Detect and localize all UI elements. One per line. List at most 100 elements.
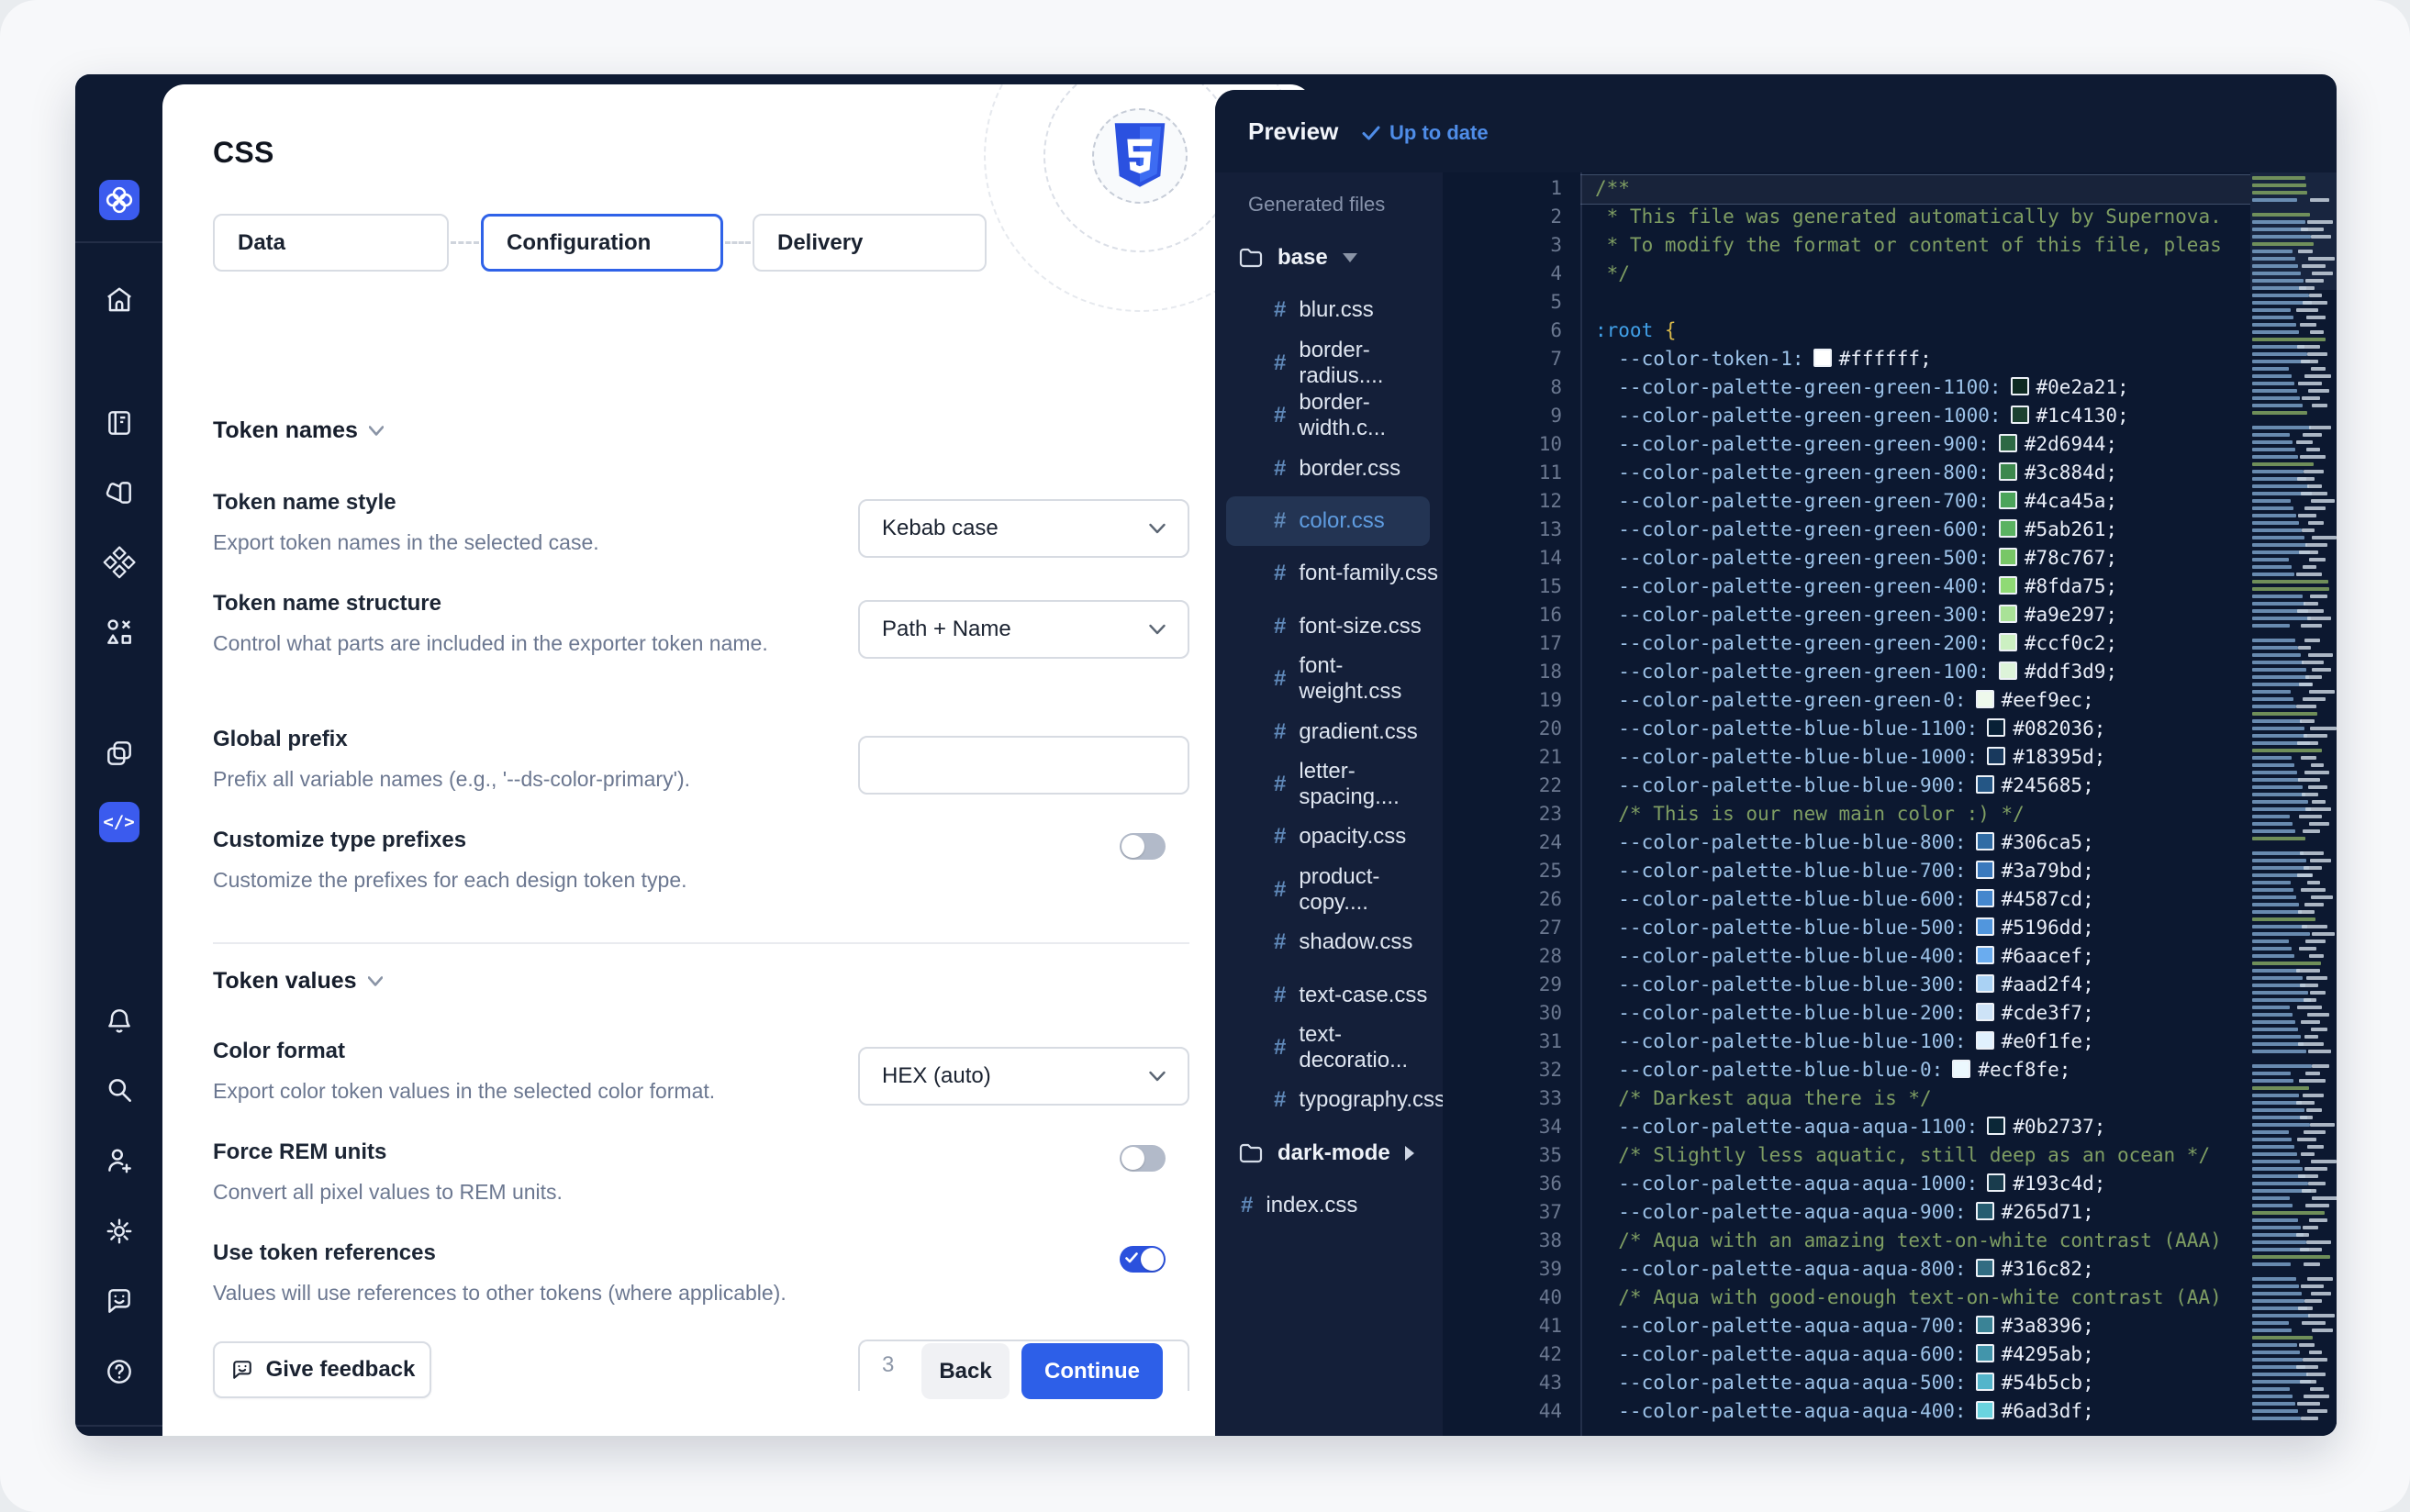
tree-file-shadow-css[interactable]: #shadow.css (1215, 917, 1443, 967)
tree-file-font-size-css[interactable]: #font-size.css (1215, 602, 1443, 651)
field-label-token-name-style: Token name style (213, 490, 396, 516)
force-rem-units-toggle[interactable] (1120, 1145, 1166, 1172)
supernova-logo-icon (99, 180, 139, 220)
line-text: --color-palette-blue-blue-1000:#18395d; (1595, 743, 2248, 772)
token-name-structure-select[interactable]: Path + Name (858, 600, 1189, 659)
code-line-27: 27 --color-palette-blue-blue-500:#5196dd… (1443, 914, 2337, 942)
line-number: 8 (1443, 373, 1562, 402)
sidebar-item-tokens[interactable] (75, 540, 162, 584)
sidebar-item-documentation[interactable] (75, 401, 162, 445)
sidebar-item-code-exporter[interactable]: </> (75, 800, 162, 844)
step-data[interactable]: Data (213, 214, 449, 272)
line-number: 10 (1443, 430, 1562, 459)
continue-button[interactable]: Continue (1021, 1343, 1163, 1399)
tree-file-index-css[interactable]: #index.css (1215, 1181, 1443, 1230)
code-editor[interactable]: 1/**2 * This file was generated automati… (1443, 172, 2337, 1436)
rail-divider-bottom (75, 1425, 162, 1427)
token-name-structure-value: Path + Name (882, 617, 1011, 642)
tree-file-font-family-css[interactable]: #font-family.css (1215, 549, 1443, 598)
line-text: --color-palette-aqua-aqua-800:#316c82; (1595, 1255, 2248, 1284)
tree-file-text-case-css[interactable]: #text-case.css (1215, 971, 1443, 1020)
help-icon (104, 1356, 135, 1387)
back-button[interactable]: Back (921, 1343, 1010, 1399)
line-text: --color-palette-blue-blue-100:#e0f1fe; (1595, 1028, 2248, 1056)
color-swatch (1999, 576, 2017, 595)
tree-file-opacity-css[interactable]: #opacity.css (1215, 812, 1443, 862)
line-number: 25 (1443, 857, 1562, 885)
line-number: 43 (1443, 1369, 1562, 1397)
sidebar-item-invite-user[interactable] (75, 1139, 162, 1183)
tree-file-text-decoratio-[interactable]: #text-decoratio... (1215, 1023, 1443, 1073)
tree-file-typography-css[interactable]: #typography.css (1215, 1075, 1443, 1125)
tree-folder-dark-mode[interactable]: dark-mode (1215, 1128, 1443, 1178)
tree-file-border-radius-[interactable]: #border-radius.... (1215, 339, 1443, 388)
section-token-values[interactable]: Token values (213, 968, 383, 995)
code-line-7: 7 --color-token-1:#ffffff; (1443, 345, 2337, 373)
css-file-icon: # (1241, 1193, 1253, 1218)
use-token-references-toggle[interactable] (1120, 1246, 1166, 1273)
color-format-select[interactable]: HEX (auto) (858, 1047, 1189, 1106)
line-text: /* This is our new main color :) */ (1595, 800, 2248, 828)
global-prefix-input[interactable] (858, 736, 1189, 795)
section-token-names[interactable]: Token names (213, 417, 384, 444)
line-number: 37 (1443, 1198, 1562, 1227)
line-text: --color-palette-blue-blue-600:#4587cd; (1595, 885, 2248, 914)
line-number: 13 (1443, 516, 1562, 544)
token-name-style-select[interactable]: Kebab case (858, 499, 1189, 558)
line-text: --color-palette-green-green-100:#ddf3d9; (1595, 658, 2248, 686)
color-swatch (1976, 1401, 1994, 1419)
step-delivery[interactable]: Delivery (753, 214, 987, 272)
sidebar-item-assets[interactable] (75, 471, 162, 515)
code-line-23: 23 /* This is our new main color :) */ (1443, 800, 2337, 828)
tree-file-border-css[interactable]: #border.css (1215, 444, 1443, 494)
file-name: text-case.css (1299, 983, 1427, 1008)
tree-file-border-width-c-[interactable]: #border-width.c... (1215, 391, 1443, 440)
line-text: --color-palette-green-green-400:#8fda75; (1595, 573, 2248, 601)
code-line-35: 35 /* Slightly less aquatic, still deep … (1443, 1141, 2337, 1170)
code-line-4: 4 */ (1443, 260, 2337, 288)
folder-icon (1239, 248, 1263, 268)
sidebar-item-duplicates[interactable] (75, 731, 162, 775)
tree-file-product-copy-[interactable]: #product-copy.... (1215, 865, 1443, 915)
minimap[interactable] (2250, 172, 2337, 1428)
tree-file-blur-css[interactable]: #blur.css (1215, 285, 1443, 335)
line-number: 9 (1443, 402, 1562, 430)
tree-file-letter-spacing-[interactable]: #letter-spacing.... (1215, 760, 1443, 809)
gear-icon (104, 1216, 135, 1247)
line-number: 19 (1443, 686, 1562, 715)
customize-type-prefixes-toggle[interactable] (1120, 833, 1166, 860)
sidebar-item-notifications[interactable] (75, 999, 162, 1043)
code-line-14: 14 --color-palette-green-green-500:#78c7… (1443, 544, 2337, 573)
code-line-18: 18 --color-palette-green-green-100:#ddf3… (1443, 658, 2337, 686)
line-number: 21 (1443, 743, 1562, 772)
tree-file-font-weight-css[interactable]: #font-weight.css (1215, 654, 1443, 704)
sidebar-item-components[interactable] (75, 610, 162, 654)
sidebar-item-feedback[interactable] (75, 1279, 162, 1323)
sidebar-item-settings[interactable] (75, 1209, 162, 1253)
tree-file-color-css[interactable]: #color.css (1226, 496, 1430, 546)
sidebar-item-help[interactable] (75, 1350, 162, 1394)
step-configuration[interactable]: Configuration (481, 214, 723, 272)
code-line-39: 39 --color-palette-aqua-aqua-800:#316c82… (1443, 1255, 2337, 1284)
chevron-down-icon (369, 426, 384, 436)
code-line-33: 33 /* Darkest aqua there is */ (1443, 1084, 2337, 1113)
line-number: 33 (1443, 1084, 1562, 1113)
field-desc-color-format: Export color token values in the selecte… (213, 1075, 715, 1107)
workspace-logo-button[interactable] (75, 178, 162, 222)
code-line-28: 28 --color-palette-blue-blue-400:#6aacef… (1443, 942, 2337, 971)
color-swatch (1813, 349, 1832, 367)
line-number: 12 (1443, 487, 1562, 516)
color-swatch (1976, 946, 1994, 964)
code-line-9: 9 --color-palette-green-green-1000:#1c41… (1443, 402, 2337, 430)
line-text: --color-palette-aqua-aqua-600:#4295ab; (1595, 1340, 2248, 1369)
css-file-icon: # (1274, 1035, 1286, 1061)
sidebar-item-home[interactable] (75, 278, 162, 322)
tree-folder-base[interactable]: base (1215, 233, 1443, 283)
give-feedback-button[interactable]: Give feedback (213, 1341, 431, 1398)
line-number: 29 (1443, 971, 1562, 999)
line-text: --color-palette-aqua-aqua-700:#3a8396; (1595, 1312, 2248, 1340)
tree-file-gradient-css[interactable]: #gradient.css (1215, 707, 1443, 757)
line-text: --color-palette-green-green-1000:#1c4130… (1595, 402, 2248, 430)
sidebar-item-search[interactable] (75, 1068, 162, 1112)
code-line-41: 41 --color-palette-aqua-aqua-700:#3a8396… (1443, 1312, 2337, 1340)
